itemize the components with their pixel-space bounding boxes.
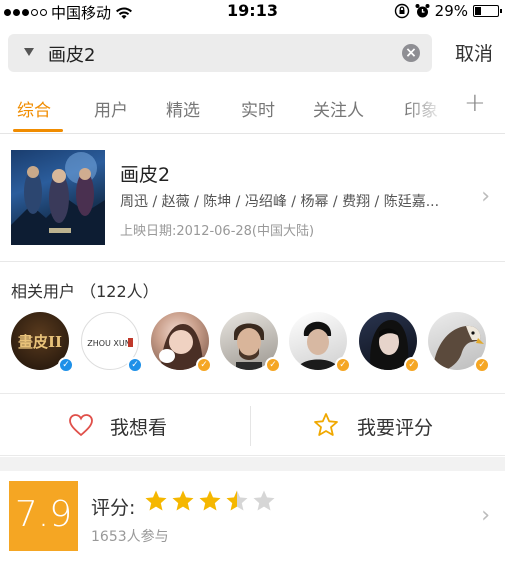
movie-result-card[interactable]: 画皮2 周迅 / 赵薇 / 陈坤 / 冯绍峰 / 杨幂 / 费翔 / 陈廷嘉..…: [0, 140, 505, 262]
rotation-lock-icon: [394, 3, 409, 19]
chevron-right-icon[interactable]: ›: [481, 184, 490, 209]
search-row: 画皮2 × 取消: [0, 24, 505, 82]
related-users-list: 畫皮II ✓ ZHOU XUN ✓ ✓ ✓ ✓ ✓ ✓: [0, 310, 505, 378]
movie-poster[interactable]: [11, 150, 105, 245]
rate-label[interactable]: 我要评分: [357, 413, 433, 440]
verified-badge-icon: ✓: [58, 357, 74, 373]
movie-logo-text: 畫皮II: [18, 333, 62, 351]
clear-icon[interactable]: ×: [402, 44, 420, 62]
active-tab-indicator: [13, 129, 63, 132]
verified-badge-icon: ✓: [474, 357, 490, 373]
movie-cast: 周迅 / 赵薇 / 陈坤 / 冯绍峰 / 杨幂 / 费翔 / 陈廷嘉...: [120, 194, 440, 210]
verified-badge-icon: ✓: [404, 357, 420, 373]
search-scope-dropdown-icon[interactable]: [24, 48, 34, 56]
score-value: 7.9: [14, 494, 73, 535]
tab-realtime[interactable]: 实时: [241, 96, 275, 121]
search-input[interactable]: 画皮2 ×: [8, 34, 432, 72]
alarm-icon: [415, 4, 430, 18]
want-to-watch-button[interactable]: 我想看: [0, 394, 250, 457]
rating-card[interactable]: 7.9 评分: 1653人参与 ›: [0, 471, 505, 565]
verified-badge-icon: ✓: [196, 357, 212, 373]
zhou-xun-logo-text: ZHOU XUN: [87, 339, 131, 348]
search-query[interactable]: 画皮2: [48, 41, 95, 67]
star-full-icon: [145, 490, 167, 511]
want-to-watch-label[interactable]: 我想看: [110, 413, 167, 440]
star-full-icon: [172, 490, 194, 511]
verified-badge-icon: ✓: [265, 357, 281, 373]
battery-fill: [475, 7, 481, 15]
section-separator: [0, 457, 505, 471]
star-rating: [144, 489, 276, 513]
status-right: 29%: [394, 2, 502, 20]
add-tab-icon[interactable]: +: [464, 88, 486, 118]
tab-following[interactable]: 关注人: [313, 96, 364, 121]
battery-percent: 29%: [434, 2, 468, 20]
star-half-icon: [226, 490, 248, 511]
verified-badge-icon: ✓: [127, 357, 143, 373]
rating-count: 1653人参与: [91, 529, 169, 545]
star-full-icon: [199, 490, 221, 511]
related-users-label: 相关用户 （122人）: [11, 282, 159, 301]
rating-label: 评分:: [91, 497, 136, 519]
chevron-right-icon[interactable]: ›: [481, 503, 490, 528]
tab-bar: 综合 用户 精选 实时 关注人 印象 +: [0, 82, 505, 134]
battery-icon: [473, 5, 502, 17]
tab-users[interactable]: 用户: [94, 96, 128, 121]
action-row: 我想看 我要评分: [0, 393, 505, 456]
tab-featured[interactable]: 精选: [166, 96, 200, 121]
tab-comprehensive[interactable]: 综合: [17, 96, 51, 121]
verified-badge-icon: ✓: [335, 357, 351, 373]
movie-title[interactable]: 画皮2: [120, 160, 170, 187]
cancel-button[interactable]: 取消: [455, 39, 493, 66]
heart-icon: [69, 414, 93, 437]
star-outline-icon: [314, 413, 338, 436]
star-empty-icon: [253, 490, 275, 511]
movie-release-date: 上映日期:2012-06-28(中国大陆): [120, 224, 315, 239]
tab-fade: [405, 90, 445, 126]
score-badge: 7.9: [9, 481, 78, 551]
rate-button[interactable]: 我要评分: [251, 394, 505, 457]
status-bar: 中国移动 19:13 29%: [0, 0, 505, 22]
